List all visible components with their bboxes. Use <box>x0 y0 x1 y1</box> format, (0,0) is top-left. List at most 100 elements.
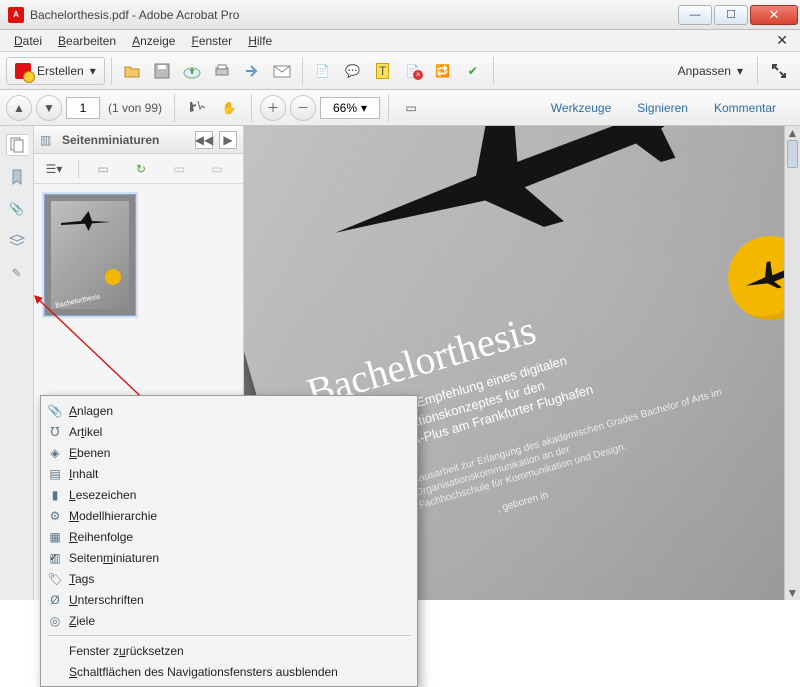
menu-fenster[interactable]: Fenster <box>183 32 240 50</box>
vertical-scrollbar[interactable]: ▲ ▼ <box>784 126 800 600</box>
chevron-down-icon: ▾ <box>737 64 743 78</box>
paperclip-icon: 📎 <box>47 404 63 418</box>
page-count-label: (1 von 99) <box>104 101 166 115</box>
options-button[interactable]: ☰▾ <box>40 155 68 183</box>
menu-hilfe[interactable]: Hilfe <box>240 32 280 50</box>
attachments-tab[interactable]: 📎 <box>6 198 28 220</box>
ctx-artikel[interactable]: ℧Artikel <box>41 421 417 442</box>
open-button[interactable] <box>118 57 146 85</box>
minimize-button[interactable]: — <box>678 5 712 25</box>
zoom-out-button[interactable]: － <box>290 95 316 121</box>
bookmarks-tab[interactable] <box>6 166 28 188</box>
collapse-left-button[interactable]: ◀◀ <box>195 131 213 149</box>
bookmark-icon <box>11 169 23 185</box>
create-pdf-icon <box>15 63 31 79</box>
fullscreen-button[interactable] <box>764 57 794 85</box>
page-up-button[interactable]: ▲ <box>6 95 32 121</box>
ctx-schaltflaechen-ausblenden[interactable]: Schaltflächen des Navigationsfensters au… <box>41 661 417 682</box>
menu-datei[interactable]: Datei <box>6 32 50 50</box>
pages-icon: ▥ <box>40 133 56 147</box>
collapse-right-button[interactable]: ▶ <box>219 131 237 149</box>
separator <box>757 57 758 85</box>
ctx-modellhierarchie[interactable]: ⚙Modellhierarchie <box>41 505 417 526</box>
ctx-ziele[interactable]: ◎Ziele <box>41 610 417 631</box>
scroll-down-icon[interactable]: ▼ <box>785 586 800 600</box>
signieren-link[interactable]: Signieren <box>629 95 696 121</box>
page-number-input[interactable]: 1 <box>66 97 100 119</box>
thumb-tool2[interactable]: ↻ <box>127 155 155 183</box>
ctx-inhalt[interactable]: ▤Inhalt <box>41 463 417 484</box>
scroll-up-icon[interactable]: ▲ <box>785 126 800 140</box>
menu-anzeige[interactable]: Anzeige <box>124 32 183 50</box>
layers-tab[interactable] <box>6 230 28 252</box>
werkzeuge-link[interactable]: Werkzeuge <box>543 95 619 121</box>
zoom-value: 66% <box>333 101 357 115</box>
thumb-tool4[interactable]: ▭ <box>203 155 231 183</box>
save-button[interactable] <box>148 57 176 85</box>
doc-x-icon: 📄× <box>405 64 420 78</box>
ctx-seitenminiaturen[interactable]: ✓▥Seitenminiaturen <box>41 547 417 568</box>
zoom-in-button[interactable]: ＋ <box>260 95 286 121</box>
cursor-icon <box>188 99 206 117</box>
signatures-tab[interactable]: ✎ <box>6 262 28 284</box>
thumb-tool1[interactable]: ▭ <box>89 155 117 183</box>
text-highlight-icon: T <box>376 63 389 79</box>
main-toolbar: Erstellen ▾ 📄 💬 T 📄× 🔁 ✔ Anpassen ▾ <box>0 52 800 90</box>
tag-icon: 🏷 <box>47 572 63 586</box>
thumb-tool3[interactable]: ▭ <box>165 155 193 183</box>
target-icon: ◎ <box>47 614 63 628</box>
article-icon: ℧ <box>47 425 63 439</box>
page-thumbnail-1[interactable]: Bachelorthesis <box>44 194 136 316</box>
pen-icon: ✎ <box>11 266 21 280</box>
separator <box>251 94 252 122</box>
comment-tool[interactable]: 💬 <box>339 57 367 85</box>
page-down-button[interactable]: ▼ <box>36 95 62 121</box>
hand-icon: ✋ <box>222 101 237 115</box>
hand-tool[interactable]: ✋ <box>215 94 243 122</box>
create-button[interactable]: Erstellen ▾ <box>6 57 105 85</box>
pages-icon: ▥ <box>47 551 63 565</box>
ctx-ebenen[interactable]: ◈Ebenen <box>41 442 417 463</box>
pages-icon <box>10 137 24 153</box>
doc-tool1[interactable]: 📄 <box>309 57 337 85</box>
ctx-reihenfolge[interactable]: ▦Reihenfolge <box>41 526 417 547</box>
ctx-lesezeichen[interactable]: ▮Lesezeichen <box>41 484 417 505</box>
airplane-icon <box>61 211 111 231</box>
stamp-tool[interactable]: 🔁 <box>429 57 457 85</box>
doc-check-icon: ✔ <box>468 64 478 78</box>
customize-label: Anpassen <box>678 64 731 78</box>
nav-toolbar: ▲ ▼ 1 (1 von 99) ✋ ＋ － 66%▾ ▭ Werkzeuge … <box>0 90 800 126</box>
window-titlebar: A Bachelorthesis.pdf - Adobe Acrobat Pro… <box>0 0 800 30</box>
fit-tool[interactable]: ▭ <box>397 94 425 122</box>
speech-icon: 💬 <box>345 64 360 78</box>
ctx-fenster-zuruecksetzen[interactable]: Fenster zurücksetzen <box>41 640 417 661</box>
ctx-tags[interactable]: 🏷Tags <box>41 568 417 589</box>
chevron-down-icon: ▾ <box>90 64 96 78</box>
expand-icon <box>771 63 787 79</box>
order-icon: ▦ <box>47 530 63 544</box>
doc-close-button[interactable]: ✕ <box>770 32 794 49</box>
layers-icon <box>9 234 25 248</box>
maximize-button[interactable]: ☐ <box>714 5 748 25</box>
highlight-tool[interactable]: T <box>369 57 397 85</box>
scroll-handle[interactable] <box>787 140 798 168</box>
customize-button[interactable]: Anpassen ▾ <box>670 57 751 85</box>
thumbnails-toolbar: ☰▾ ▭ ↻ ▭ ▭ <box>34 154 243 184</box>
close-button[interactable]: ✕ <box>750 5 798 25</box>
workspace: 📎 ✎ ▥ Seitenminiaturen ◀◀ ▶ ☰▾ ▭ ↻ ▭ ▭ B… <box>0 126 800 600</box>
thumbnails-tab[interactable] <box>6 134 28 156</box>
delete-tool[interactable]: 📄× <box>399 57 427 85</box>
ok-tool[interactable]: ✔ <box>459 57 487 85</box>
share-button[interactable] <box>238 57 266 85</box>
select-tool[interactable] <box>183 94 211 122</box>
window-buttons: — ☐ ✕ <box>676 5 798 25</box>
email-button[interactable] <box>268 57 296 85</box>
circle-icon <box>105 269 121 285</box>
kommentar-link[interactable]: Kommentar <box>706 95 784 121</box>
print-button[interactable] <box>208 57 236 85</box>
zoom-input[interactable]: 66%▾ <box>320 97 380 119</box>
ctx-anlagen[interactable]: 📎Anlagen <box>41 400 417 421</box>
cloud-button[interactable] <box>178 57 206 85</box>
menu-bearbeiten[interactable]: Bearbeiten <box>50 32 124 50</box>
floppy-icon <box>153 62 171 80</box>
